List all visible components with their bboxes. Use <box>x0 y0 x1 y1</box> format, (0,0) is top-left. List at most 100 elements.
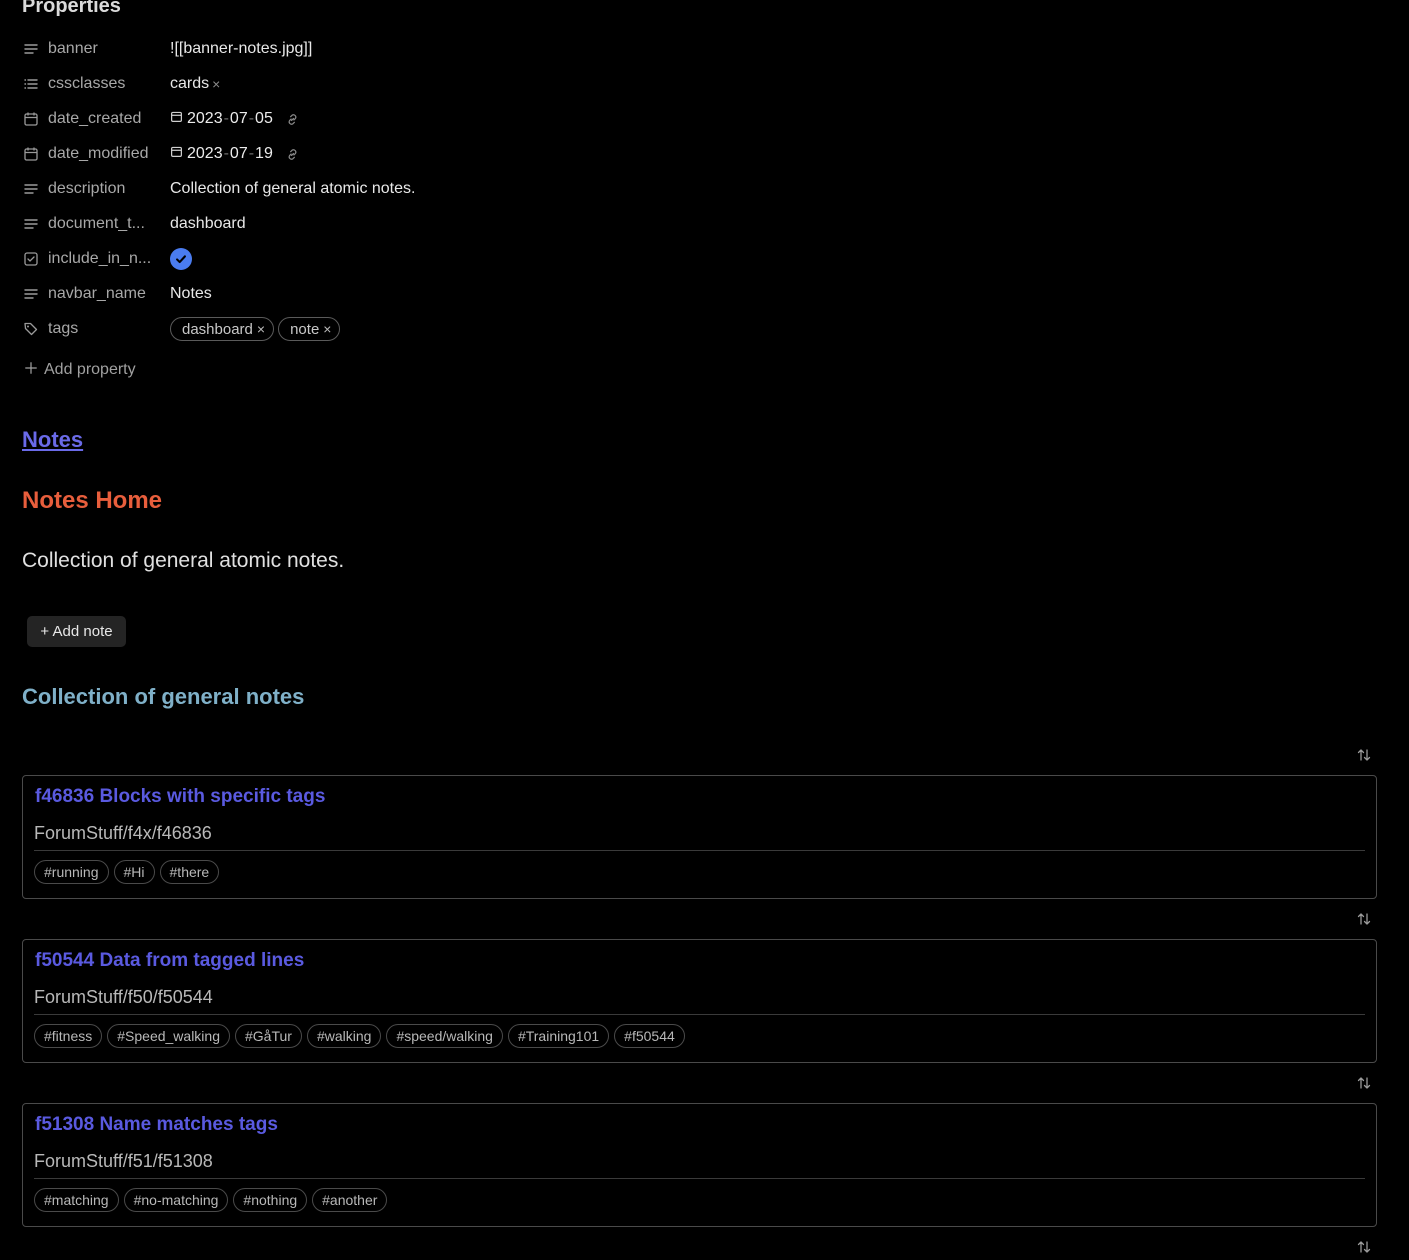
tag-chip[interactable]: #f50544 <box>614 1024 685 1048</box>
note-card-title[interactable]: f50544 Data from tagged lines <box>35 950 304 972</box>
property-key[interactable]: navbar_name <box>48 285 170 303</box>
text-lines-icon <box>22 215 40 233</box>
note-card-path: ForumStuff/f51/f51308 <box>34 1151 213 1171</box>
tag-chip[interactable]: #running <box>34 860 109 884</box>
property-value[interactable]: Collection of general atomic notes. <box>170 180 415 198</box>
property-row-banner[interactable]: banner ![[banner-notes.jpg]] <box>22 37 722 61</box>
property-key[interactable]: cssclasses <box>48 75 170 93</box>
date-separator: - <box>223 145 229 162</box>
property-value[interactable]: Notes <box>170 285 212 303</box>
page-heading: Notes Home <box>22 487 163 514</box>
property-value[interactable]: cards × <box>170 75 220 93</box>
date-separator: - <box>248 110 255 127</box>
property-row-date-created[interactable]: date_created 2023 - 07 - 05 <box>22 107 722 131</box>
tag-chip[interactable]: #Speed_walking <box>107 1024 230 1048</box>
add-note-button[interactable]: + Add note <box>27 616 126 647</box>
link-icon[interactable] <box>285 112 300 127</box>
text-lines-icon <box>22 285 40 303</box>
note-card[interactable]: f46836 Blocks with specific tags ForumSt… <box>22 775 1377 899</box>
calendar-small-icon <box>170 145 183 163</box>
property-row-cssclasses[interactable]: cssclasses cards × <box>22 72 722 96</box>
remove-tag-icon[interactable]: × <box>323 321 331 337</box>
sort-icon[interactable] <box>1355 746 1373 764</box>
tag-chip[interactable]: #speed/walking <box>386 1024 503 1048</box>
note-card-tags: #matching #no-matching #nothing #another <box>34 1188 392 1212</box>
property-row-date-modified[interactable]: date_modified 2023 - 07 - 19 <box>22 142 722 166</box>
note-card[interactable]: f50544 Data from tagged lines ForumStuff… <box>22 939 1377 1063</box>
list-icon <box>22 75 40 93</box>
property-row-include-in-navbar[interactable]: include_in_n... <box>22 247 722 271</box>
property-row-document-type[interactable]: document_t... dashboard <box>22 212 722 236</box>
remove-cssclass-icon[interactable]: × <box>212 76 220 92</box>
tag-pill-label: note <box>290 320 320 338</box>
sort-icon[interactable] <box>1355 1074 1373 1092</box>
text-lines-icon <box>22 40 40 58</box>
tag-chip[interactable]: #walking <box>306 1024 382 1048</box>
property-row-description[interactable]: description Collection of general atomic… <box>22 177 722 201</box>
tag-pill-dashboard[interactable]: dashboard × <box>170 317 275 341</box>
page-description: Collection of general atomic notes. <box>22 549 345 572</box>
tag-chip[interactable]: #no-matching <box>123 1188 229 1212</box>
date-separator: - <box>248 145 255 162</box>
tag-chip[interactable]: #GåTur <box>235 1024 302 1048</box>
card-divider <box>34 1178 1365 1179</box>
property-key[interactable]: include_in_n... <box>48 250 170 268</box>
tag-chip[interactable]: #fitness <box>34 1024 103 1048</box>
properties-title: Properties <box>22 0 121 17</box>
note-card-tags: #running #Hi #there <box>34 860 224 884</box>
remove-tag-icon[interactable]: × <box>257 321 265 337</box>
plus-icon <box>24 358 38 381</box>
property-key[interactable]: date_modified <box>48 145 170 163</box>
text-lines-icon <box>22 180 40 198</box>
tags-icon <box>22 320 40 338</box>
checkbox-icon <box>22 250 40 268</box>
note-card-path: ForumStuff/f50/f50544 <box>34 987 213 1007</box>
tag-pill-note[interactable]: note × <box>278 317 341 341</box>
property-key[interactable]: document_t... <box>48 215 170 233</box>
property-value[interactable]: dashboard <box>170 215 246 233</box>
tag-chip[interactable]: #nothing <box>233 1188 308 1212</box>
property-key[interactable]: banner <box>48 40 170 58</box>
tag-chip[interactable]: #there <box>159 860 220 884</box>
note-card[interactable]: f51308 Name matches tags ForumStuff/f51/… <box>22 1103 1377 1227</box>
property-key[interactable]: tags <box>48 320 170 338</box>
collection-heading: Collection of general notes <box>22 684 305 709</box>
calendar-icon <box>22 145 40 163</box>
property-value[interactable]: ![[banner-notes.jpg]] <box>170 40 312 58</box>
add-property-label: Add property <box>44 360 136 378</box>
add-property-button[interactable]: Add property <box>24 358 136 381</box>
sort-icon[interactable] <box>1355 1238 1373 1256</box>
calendar-small-icon <box>170 110 183 128</box>
date-day: 05 <box>255 110 273 127</box>
property-key[interactable]: description <box>48 180 170 198</box>
date-created-input[interactable]: 2023 - 07 - 05 <box>170 110 273 128</box>
tag-chip[interactable]: #another <box>312 1188 388 1212</box>
sort-icon[interactable] <box>1355 910 1373 928</box>
note-card-tags: #fitness #Speed_walking #GåTur #walking … <box>34 1024 690 1048</box>
date-month: 07 <box>229 110 248 127</box>
calendar-icon <box>22 110 40 128</box>
card-divider <box>34 1014 1365 1015</box>
note-card-title[interactable]: f46836 Blocks with specific tags <box>35 786 325 808</box>
property-value[interactable]: dashboard × note × <box>170 317 344 341</box>
tag-chip[interactable]: #matching <box>34 1188 119 1212</box>
tag-chip[interactable]: #Hi <box>113 860 155 884</box>
property-row-tags[interactable]: tags dashboard × note × <box>22 317 722 341</box>
note-card-path: ForumStuff/f4x/f46836 <box>34 823 212 843</box>
checked-checkbox[interactable] <box>170 248 192 270</box>
link-icon[interactable] <box>285 147 300 162</box>
note-page: Properties banner ![[banner-notes.jpg]] … <box>0 0 1409 1260</box>
date-separator: - <box>223 110 229 127</box>
note-card-title[interactable]: f51308 Name matches tags <box>35 1114 278 1136</box>
cssclass-value: cards <box>170 75 210 92</box>
date-modified-input[interactable]: 2023 - 07 - 19 <box>170 145 273 163</box>
property-row-navbar-name[interactable]: navbar_name Notes <box>22 282 722 306</box>
tag-chip[interactable]: #Training101 <box>507 1024 610 1048</box>
tag-pill-label: dashboard <box>182 320 253 338</box>
date-day: 19 <box>255 145 273 162</box>
notes-link[interactable]: Notes <box>22 427 83 453</box>
property-key[interactable]: date_created <box>48 110 170 128</box>
date-year: 2023 <box>187 110 223 127</box>
card-divider <box>34 850 1365 851</box>
date-month: 07 <box>229 145 248 162</box>
